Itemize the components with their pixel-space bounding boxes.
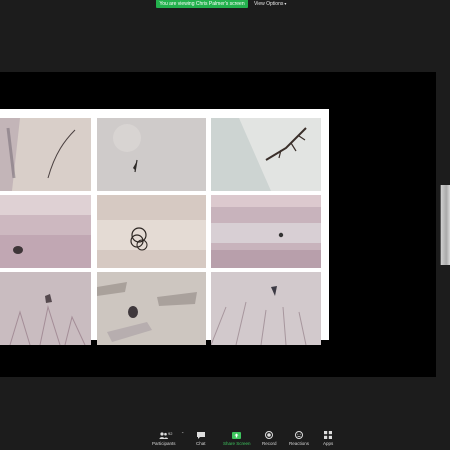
record-button[interactable]: Record: [262, 431, 277, 446]
chevron-down-icon: ▾: [284, 1, 287, 6]
sand-photo-7: [0, 272, 91, 345]
reactions-button[interactable]: Reactions: [289, 431, 309, 446]
participants-count: 92: [168, 431, 173, 436]
sand-photo-9: [211, 272, 321, 345]
record-icon: [265, 431, 274, 439]
apps-button[interactable]: Apps: [323, 431, 333, 446]
apps-icon: [324, 431, 333, 439]
presentation-slide: [0, 109, 329, 345]
share-screen-label: Share Screen: [223, 441, 251, 446]
share-screen-button[interactable]: Share Screen: [223, 431, 251, 446]
view-options-label: View Options: [254, 1, 284, 7]
chat-button[interactable]: Chat: [196, 431, 206, 446]
sand-photo-2: [97, 118, 206, 191]
meeting-window: You are viewing Chris Palmer's screen Vi…: [0, 0, 450, 450]
viewing-screen-banner: You are viewing Chris Palmer's screen: [156, 0, 248, 8]
share-screen-icon: [232, 431, 242, 439]
record-label: Record: [262, 441, 277, 446]
reactions-icon: [295, 431, 304, 439]
reactions-label: Reactions: [289, 441, 310, 446]
view-options-button[interactable]: View Options ▾: [254, 0, 286, 8]
chat-icon: [196, 431, 205, 439]
participants-label: Participants: [152, 441, 176, 446]
meeting-toolbar: Participants 92 ⌃ Chat Share Screen Reco…: [0, 428, 450, 450]
sand-photo-6: [211, 195, 321, 268]
participant-video-thumbnail[interactable]: [440, 185, 450, 265]
apps-label: Apps: [323, 441, 334, 446]
sand-photo-3: [211, 118, 321, 191]
sand-photo-1: [0, 118, 91, 191]
sand-photo-8: [97, 272, 206, 345]
chat-label: Chat: [196, 441, 206, 446]
sand-photo-5: [97, 195, 206, 268]
participants-icon: [159, 431, 169, 439]
chevron-up-icon[interactable]: ⌃: [181, 431, 184, 436]
sand-photo-4: [0, 195, 91, 268]
shared-screen: [0, 72, 436, 377]
